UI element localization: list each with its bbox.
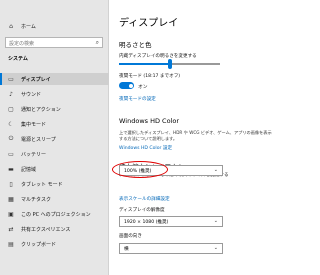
sidebar-item-shared[interactable]: ⇄ 共有エクスペリエンス: [0, 223, 109, 235]
sidebar-item-label: 集中モード: [21, 121, 47, 128]
toggle-knob: [128, 83, 133, 88]
storage-icon: ▬: [8, 165, 14, 173]
sidebar-item-storage[interactable]: ▬ 記憶域: [0, 163, 109, 175]
settings-sidebar: ⌂ ホーム 設定の検索 ⌕ システム ▭ ディスプレイ ♪ サウンド ▢ 通知と…: [0, 0, 109, 275]
toggle-state-label: オン: [138, 85, 148, 90]
advanced-scaling-link[interactable]: 表示スケールの詳細設定: [119, 196, 170, 202]
sidebar-item-label: ディスプレイ: [21, 76, 51, 83]
sidebar-item-projection[interactable]: ▣ この PC へのプロジェクション: [0, 208, 109, 220]
resolution-dropdown[interactable]: 1920 × 1080 (推奨) ⌄: [119, 216, 223, 227]
selection-indicator: [0, 73, 2, 85]
brightness-slider-fill: [119, 63, 170, 65]
sidebar-item-label: サウンド: [21, 91, 42, 98]
home-nav-item[interactable]: ⌂ ホーム: [0, 20, 109, 32]
orientation-dropdown[interactable]: 横 ⌄: [119, 243, 223, 254]
hdr-heading: Windows HD Color: [119, 117, 180, 125]
sidebar-item-sound[interactable]: ♪ サウンド: [0, 88, 109, 100]
sidebar-item-label: タブレット モード: [21, 181, 63, 188]
sidebar-item-label: バッテリー: [21, 151, 47, 158]
brightness-slider-thumb[interactable]: [167, 59, 172, 69]
sidebar-item-battery[interactable]: ▭ バッテリー: [0, 148, 109, 160]
hdr-settings-link[interactable]: Windows HD Color 設定: [119, 145, 172, 151]
night-light-toggle[interactable]: [119, 82, 134, 89]
settings-content: ディスプレイ 明るさと色 内蔵ディスプレイの明るさを変更する 夜間モード (18…: [110, 0, 300, 275]
night-light-settings-link[interactable]: 夜間モードの設定: [119, 96, 156, 102]
search-placeholder: 設定の検索: [9, 41, 35, 47]
orientation-label: 画面の向き: [119, 234, 142, 239]
moon-icon: ☾: [8, 120, 14, 128]
brightness-heading: 明るさと色: [119, 41, 152, 49]
projection-icon: ▣: [8, 210, 14, 218]
section-header: システム: [8, 56, 28, 62]
resolution-label: ディスプレイの解像度: [119, 208, 165, 213]
power-icon: ⏻: [8, 135, 14, 142]
speaker-icon: ♪: [9, 90, 13, 98]
sidebar-item-label: 電源とスリープ: [21, 136, 56, 143]
sidebar-item-focus[interactable]: ☾ 集中モード: [0, 118, 109, 130]
search-icon[interactable]: ⌕: [96, 39, 99, 47]
home-icon: ⌂: [9, 22, 13, 30]
page-title: ディスプレイ: [119, 18, 179, 29]
sidebar-item-power[interactable]: ⏻ 電源とスリープ: [0, 133, 109, 145]
notification-icon: ▢: [8, 105, 14, 113]
home-label: ホーム: [21, 23, 36, 30]
chevron-down-icon: ⌄: [213, 167, 218, 173]
sidebar-item-label: クリップボード: [21, 241, 57, 248]
sidebar-item-multitask[interactable]: ▦ マルチタスク: [0, 193, 109, 205]
chevron-down-icon: ⌄: [213, 218, 218, 224]
monitor-icon: ▭: [8, 75, 14, 83]
sidebar-item-clipboard[interactable]: ▤ クリップボード: [0, 238, 109, 250]
highlight-circle: [112, 161, 168, 178]
brightness-slider-label: 内蔵ディスプレイの明るさを変更する: [119, 54, 197, 59]
chevron-down-icon: ⌄: [213, 245, 218, 251]
orientation-dropdown-value: 横: [124, 247, 129, 252]
sidebar-item-label: 共有エクスペリエンス: [21, 226, 71, 233]
sidebar-item-tablet[interactable]: ▯ タブレット モード: [0, 178, 109, 190]
sidebar-item-label: この PC へのプロジェクション: [21, 211, 91, 218]
sidebar-item-label: マルチタスク: [21, 196, 52, 203]
share-icon: ⇄: [8, 225, 14, 233]
clipboard-icon: ▤: [8, 240, 14, 248]
sidebar-item-display[interactable]: ▭ ディスプレイ: [0, 73, 109, 85]
tablet-icon: ▯: [9, 180, 13, 188]
sidebar-item-label: 記憶域: [21, 166, 37, 173]
multitask-icon: ▦: [8, 195, 14, 203]
battery-icon: ▭: [8, 150, 14, 158]
night-light-label: 夜間モード (18:17 までオフ): [119, 74, 181, 79]
resolution-dropdown-value: 1920 × 1080 (推奨): [124, 220, 169, 225]
sidebar-item-label: 通知とアクション: [21, 106, 61, 113]
hdr-description-line2: する方法について説明します。: [119, 136, 178, 141]
sidebar-item-notifications[interactable]: ▢ 通知とアクション: [0, 103, 109, 115]
settings-search-box[interactable]: 設定の検索 ⌕: [5, 37, 103, 48]
